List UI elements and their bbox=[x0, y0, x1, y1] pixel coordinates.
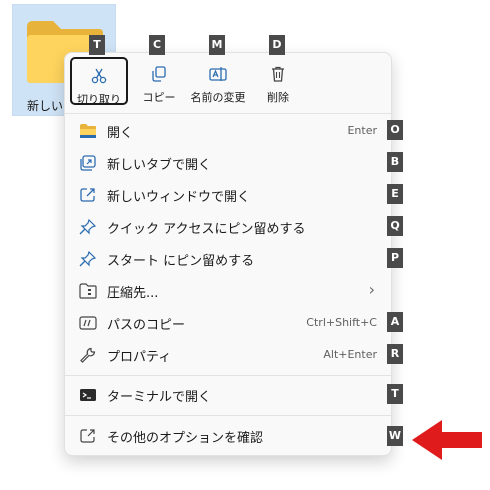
cut-label: 切り取り bbox=[77, 93, 121, 106]
pin-icon bbox=[79, 251, 97, 267]
red-arrow-icon bbox=[412, 420, 482, 460]
menu-item-open[interactable]: 開く Enter bbox=[69, 116, 387, 146]
menu-item-show-more-options[interactable]: その他のオプションを確認 bbox=[69, 421, 387, 451]
menu-item-open-terminal[interactable]: ターミナルで開く bbox=[69, 380, 387, 410]
copy-icon bbox=[152, 66, 166, 82]
submenu-chevron-icon: › bbox=[368, 280, 375, 299]
terminal-icon bbox=[80, 389, 96, 401]
divider bbox=[65, 375, 391, 376]
access-key-badge: E bbox=[387, 184, 403, 204]
access-key-badge: O bbox=[387, 120, 403, 140]
rename-button[interactable]: 名前の変更 bbox=[185, 57, 251, 105]
new-window-icon bbox=[80, 188, 95, 202]
menu-item-properties[interactable]: プロパティ Alt+Enter bbox=[69, 340, 387, 370]
menu-item-pin-quick-access[interactable]: クイック アクセスにピン留めする bbox=[69, 212, 387, 242]
menu-item-label: クイック アクセスにピン留めする bbox=[107, 222, 306, 237]
shortcut-text: Ctrl+Shift+C bbox=[306, 316, 377, 329]
rename-icon bbox=[209, 67, 227, 81]
folder-open-icon bbox=[80, 124, 96, 138]
pin-icon bbox=[79, 219, 97, 235]
menu-item-label: その他のオプションを確認 bbox=[107, 431, 264, 446]
quick-actions-bar: 切り取り コピー 名前の変更 削除 bbox=[65, 53, 391, 109]
access-key-badge: Q bbox=[387, 216, 403, 236]
menu-item-label: 開く bbox=[107, 126, 134, 141]
copy-button[interactable]: コピー bbox=[133, 57, 185, 105]
copy-path-icon bbox=[79, 316, 97, 330]
divider bbox=[65, 113, 391, 114]
menu-item-label: 新しいタブで開く bbox=[107, 158, 212, 173]
access-key-badge: P bbox=[387, 248, 403, 268]
menu-item-label: 新しいウィンドウで開く bbox=[107, 190, 251, 205]
access-key-badge: T bbox=[387, 384, 403, 404]
menu-item-label: 圧縮先... bbox=[107, 286, 159, 301]
access-key-badge: W bbox=[387, 426, 403, 446]
access-key-badge: B bbox=[387, 152, 403, 172]
divider bbox=[65, 415, 391, 416]
access-key-badge: T bbox=[89, 35, 105, 55]
access-key-badge: A bbox=[387, 312, 403, 332]
menu-item-pin-start[interactable]: スタート にピン留めする bbox=[69, 244, 387, 274]
access-key-badge: R bbox=[387, 344, 403, 364]
cut-button[interactable]: 切り取り bbox=[70, 57, 128, 106]
shortcut-text: Enter bbox=[347, 124, 377, 137]
context-menu: 切り取り コピー 名前の変更 削除 開く Enter 新しいタブで開く 新しいウ… bbox=[64, 52, 392, 456]
delete-label: 削除 bbox=[267, 91, 289, 104]
menu-item-copy-path[interactable]: パスのコピー Ctrl+Shift+C bbox=[69, 308, 387, 338]
wrench-icon bbox=[80, 347, 96, 363]
delete-icon bbox=[272, 66, 284, 82]
delete-button[interactable]: 削除 bbox=[255, 57, 301, 105]
access-key-badge: C bbox=[149, 35, 165, 55]
menu-item-label: パスのコピー bbox=[107, 318, 186, 333]
shortcut-text: Alt+Enter bbox=[323, 348, 377, 361]
menu-item-open-new-tab[interactable]: 新しいタブで開く bbox=[69, 148, 387, 178]
menu-item-label: ターミナルで開く bbox=[107, 390, 212, 405]
cut-icon bbox=[91, 68, 107, 84]
menu-item-label: プロパティ bbox=[107, 350, 172, 365]
menu-item-open-new-window[interactable]: 新しいウィンドウで開く bbox=[69, 180, 387, 210]
menu-item-compress-to[interactable]: 圧縮先... › bbox=[69, 276, 387, 306]
more-options-icon bbox=[80, 429, 95, 443]
compress-icon bbox=[79, 283, 97, 299]
access-key-badge: D bbox=[269, 35, 285, 55]
copy-label: コピー bbox=[142, 91, 176, 104]
menu-item-label: スタート にピン留めする bbox=[107, 254, 255, 269]
new-tab-icon bbox=[80, 155, 96, 171]
access-key-badge: M bbox=[209, 35, 225, 55]
rename-label: 名前の変更 bbox=[190, 91, 246, 104]
